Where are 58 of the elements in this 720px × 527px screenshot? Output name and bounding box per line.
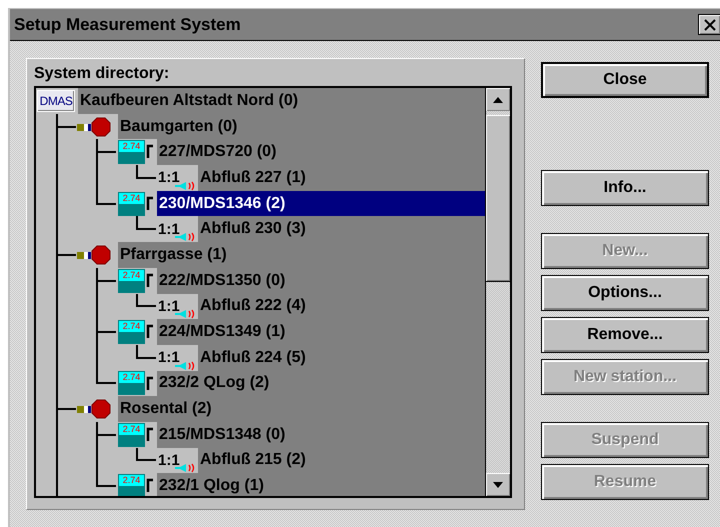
- station-icon: 2.74: [118, 140, 145, 164]
- action-button[interactable]: Info...: [541, 170, 709, 206]
- hook-icon: [146, 324, 154, 338]
- tree-item[interactable]: Kaufbeuren Altstadt Nord (0): [78, 88, 300, 114]
- tree-item[interactable]: 232/2 QLog (2): [157, 370, 272, 396]
- close-button[interactable]: [698, 14, 720, 35]
- scroll-thumb[interactable]: [486, 115, 510, 282]
- speaker-icon: [174, 309, 196, 320]
- hook-icon: [146, 478, 154, 492]
- site-plug-icon: [76, 399, 112, 420]
- action-button[interactable]: Close: [541, 62, 709, 98]
- tree-item[interactable]: 232/1 Qlog (1): [157, 473, 266, 496]
- dmas-logo: DMAS: [37, 90, 75, 112]
- tree-item[interactable]: 222/MDS1350 (0): [157, 268, 288, 294]
- ratio-text: 1:1: [158, 349, 180, 366]
- station-icon: 2.74: [118, 268, 145, 293]
- speaker-icon: [174, 180, 196, 191]
- tree-item[interactable]: 230/MDS1346 (2): [157, 190, 485, 216]
- speaker-icon: [174, 463, 196, 474]
- station-icon: 2.74: [118, 371, 145, 396]
- ratio-text: 1:1: [158, 220, 180, 238]
- window-title: Setup Measurement System: [14, 14, 241, 34]
- tree-item[interactable]: Rosental (2): [118, 396, 214, 422]
- action-button[interactable]: Remove...: [541, 317, 709, 353]
- tree-item[interactable]: Abfluß 222 (4): [198, 294, 308, 320]
- hook-icon: [146, 144, 154, 158]
- ratio-text: 1:1: [158, 452, 180, 469]
- tree-item[interactable]: Abfluß 224 (5): [198, 344, 308, 371]
- ratio-text: 1:1: [158, 169, 180, 186]
- site-plug-icon: [76, 116, 112, 137]
- up-arrow-icon: [493, 96, 503, 102]
- speaker-icon: [174, 232, 196, 242]
- hook-icon: [146, 196, 154, 210]
- down-arrow-icon: [493, 482, 503, 488]
- tree-item[interactable]: Abfluß 215 (2): [198, 448, 308, 474]
- ratio-text: 1:1: [158, 298, 180, 315]
- scrollbar[interactable]: [485, 88, 510, 496]
- scroll-down-button[interactable]: [486, 473, 510, 496]
- directory-label: System directory:: [34, 64, 170, 84]
- station-icon: 2.74: [118, 422, 145, 447]
- tree-item[interactable]: 227/MDS720 (0): [157, 139, 278, 166]
- site-plug-icon: [76, 244, 112, 265]
- tree-item[interactable]: Abfluß 230 (3): [198, 216, 308, 242]
- tree-item[interactable]: Abfluß 227 (1): [198, 165, 308, 191]
- tree-item[interactable]: 215/MDS1348 (0): [157, 422, 288, 448]
- speaker-icon: [174, 360, 196, 371]
- hook-icon: [146, 426, 154, 441]
- hook-icon: [146, 376, 154, 390]
- station-icon: 2.74: [118, 474, 145, 496]
- hook-icon: [146, 272, 154, 287]
- tree-item[interactable]: 224/MDS1349 (1): [157, 319, 288, 345]
- station-icon: 2.74: [118, 192, 145, 216]
- close-icon: [704, 18, 716, 30]
- action-button[interactable]: Options...: [541, 275, 709, 311]
- tree-item[interactable]: Baumgarten (0): [118, 114, 240, 140]
- tree-item[interactable]: Pfarrgasse (1): [118, 242, 229, 268]
- scroll-up-button[interactable]: [486, 88, 510, 111]
- station-icon: 2.74: [118, 320, 145, 344]
